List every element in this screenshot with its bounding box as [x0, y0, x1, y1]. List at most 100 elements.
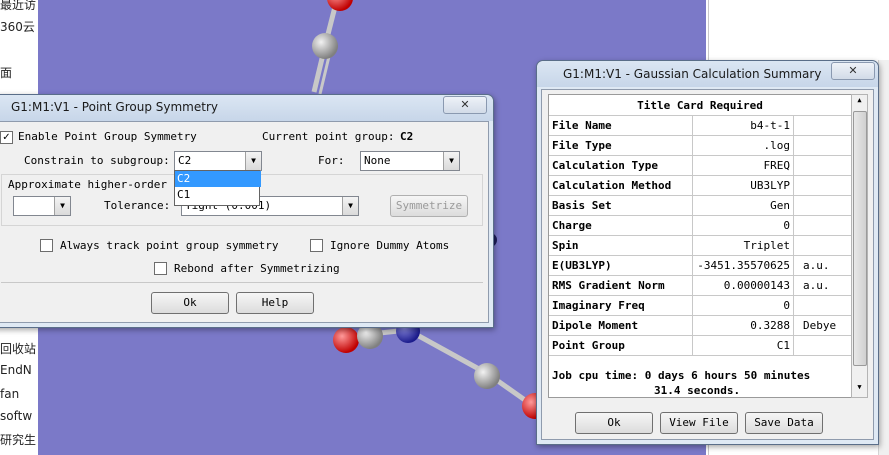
desktop-item[interactable]: 研究生 [0, 431, 38, 448]
row-value-cell: 0 [692, 295, 793, 315]
row-value-cell: 0.00000143 [692, 275, 793, 295]
background-scrollbar[interactable] [878, 60, 889, 455]
enable-symmetry-label: Enable Point Group Symmetry [18, 130, 197, 143]
close-icon: ✕ [460, 98, 470, 111]
point-group-titlebar[interactable]: G1:M1:V1 - Point Group Symmetry ✕ [0, 95, 493, 121]
desktop-item[interactable]: 回收站 [0, 340, 38, 357]
calc-summary-titlebar[interactable]: G1:M1:V1 - Gaussian Calculation Summary … [537, 61, 878, 87]
row-key: Calculation Method [552, 179, 672, 192]
row-unit-cell [793, 235, 851, 255]
row-unit: a.u. [803, 279, 830, 292]
desktop-item[interactable]: 面 [0, 64, 38, 81]
chevron-down-icon[interactable]: ▼ [54, 197, 70, 215]
chevron-down-icon[interactable]: ▼ [245, 152, 261, 170]
always-track-label: Always track point group symmetry [60, 239, 279, 252]
carbon-atom[interactable] [312, 33, 338, 59]
row-key: Basis Set [552, 199, 612, 212]
cpu-time-line1: Job cpu time: 0 days 6 hours 50 minutes [552, 369, 811, 382]
row-value: b4-t-1 [750, 119, 790, 132]
row-value: Triplet [743, 239, 790, 252]
row-unit: Debye [803, 319, 837, 332]
enable-symmetry-checkbox[interactable]: ✓ [0, 131, 13, 144]
scroll-up-icon[interactable]: ▲ [852, 96, 867, 104]
ok-button[interactable]: Ok [575, 412, 653, 434]
desktop-item[interactable]: softw [0, 409, 38, 423]
row-key: File Name [552, 119, 612, 132]
row-unit-cell: a.u. [793, 255, 851, 275]
row-value-cell: FREQ [692, 155, 793, 175]
row-unit-cell [793, 175, 851, 195]
help-button[interactable]: Help [236, 292, 314, 314]
row-value-cell: .log [692, 135, 793, 155]
close-button[interactable]: ✕ [443, 96, 487, 114]
row-value-cell: UB3LYP [692, 175, 793, 195]
chevron-down-icon[interactable]: ▼ [342, 197, 358, 215]
row-unit-cell [793, 195, 851, 215]
table-header: Title Card Required [549, 95, 851, 116]
carbon-atom[interactable] [474, 363, 500, 389]
row-unit-cell [793, 335, 851, 355]
desktop-item[interactable]: 最近访 [0, 0, 38, 13]
row-value: 0.00000143 [723, 279, 790, 292]
row-value: 0 [783, 299, 790, 312]
close-button[interactable]: ✕ [831, 62, 875, 80]
desktop-item[interactable]: EndN [0, 363, 38, 377]
row-unit-cell: a.u. [793, 275, 851, 295]
row-key: File Type [552, 139, 612, 152]
scroll-down-icon[interactable]: ▼ [852, 383, 867, 391]
table-title: Title Card Required [637, 99, 763, 112]
row-value: UB3LYP [750, 179, 790, 192]
scroll-thumb[interactable] [853, 111, 867, 366]
table-row: Imaginary Freq 0 [549, 295, 851, 316]
row-unit-cell [793, 135, 851, 155]
row-value-cell: b4-t-1 [692, 115, 793, 135]
dropdown-option-c2[interactable]: C2 [175, 171, 261, 187]
table-row: E(UB3LYP) -3451.35570625 a.u. [549, 255, 851, 276]
oxygen-atom[interactable] [333, 327, 359, 353]
row-key: Spin [552, 239, 579, 252]
table-row: Point Group C1 [549, 335, 851, 356]
row-key: Dipole Moment [552, 319, 639, 332]
calc-summary-title: G1:M1:V1 - Gaussian Calculation Summary [563, 67, 822, 81]
table-row: Dipole Moment 0.3288 Debye [549, 315, 851, 336]
chevron-down-icon[interactable]: ▼ [443, 152, 459, 170]
row-unit-cell: Debye [793, 315, 851, 335]
row-value-cell: Triplet [692, 235, 793, 255]
current-point-group-label: Current point group: [262, 130, 395, 143]
rebond-label: Rebond after Symmetrizing [174, 262, 340, 275]
divider [1, 282, 483, 283]
dropdown-option-c1[interactable]: C1 [175, 187, 261, 203]
table-row: File Name b4-t-1 [549, 115, 851, 136]
save-data-button[interactable]: Save Data [745, 412, 823, 434]
oxygen-atom[interactable] [327, 0, 353, 11]
desktop-item[interactable]: fan [0, 387, 38, 401]
row-value: FREQ [763, 159, 791, 172]
approx-label: Approximate higher-order poi [8, 178, 194, 191]
summary-table: Title Card Required File Name b4-t-1 File … [548, 94, 852, 398]
for-select-value: None [364, 154, 391, 167]
cpu-time-line2: 31.4 seconds. [654, 384, 741, 397]
row-value-cell: Gen [692, 195, 793, 215]
ignore-dummy-label: Ignore Dummy Atoms [330, 239, 450, 252]
close-icon: ✕ [848, 64, 858, 77]
approx-select[interactable]: ▼ [13, 196, 71, 216]
ignore-dummy-checkbox[interactable] [310, 239, 323, 252]
row-value-cell: 0 [692, 215, 793, 235]
summary-scrollbar[interactable]: ▲ ▼ [851, 94, 868, 398]
for-select[interactable]: None ▼ [360, 151, 460, 171]
row-unit: a.u. [803, 259, 830, 272]
row-key: Calculation Type [552, 159, 658, 172]
always-track-checkbox[interactable] [40, 239, 53, 252]
view-file-button[interactable]: View File [660, 412, 738, 434]
row-key: RMS Gradient Norm [552, 279, 665, 292]
row-value: Gen [770, 199, 790, 212]
rebond-checkbox[interactable] [154, 262, 167, 275]
point-group-title: G1:M1:V1 - Point Group Symmetry [11, 100, 218, 114]
desktop-item[interactable]: 360云 [0, 18, 38, 35]
ok-button[interactable]: Ok [151, 292, 229, 314]
constrain-select[interactable]: C2 ▼ [174, 151, 262, 171]
row-unit-cell [793, 115, 851, 135]
cpu-time: Job cpu time: 0 days 6 hours 50 minutes … [552, 369, 810, 397]
row-value: -3451.35570625 [697, 259, 790, 272]
symmetrize-button[interactable]: Symmetrize [390, 195, 468, 217]
